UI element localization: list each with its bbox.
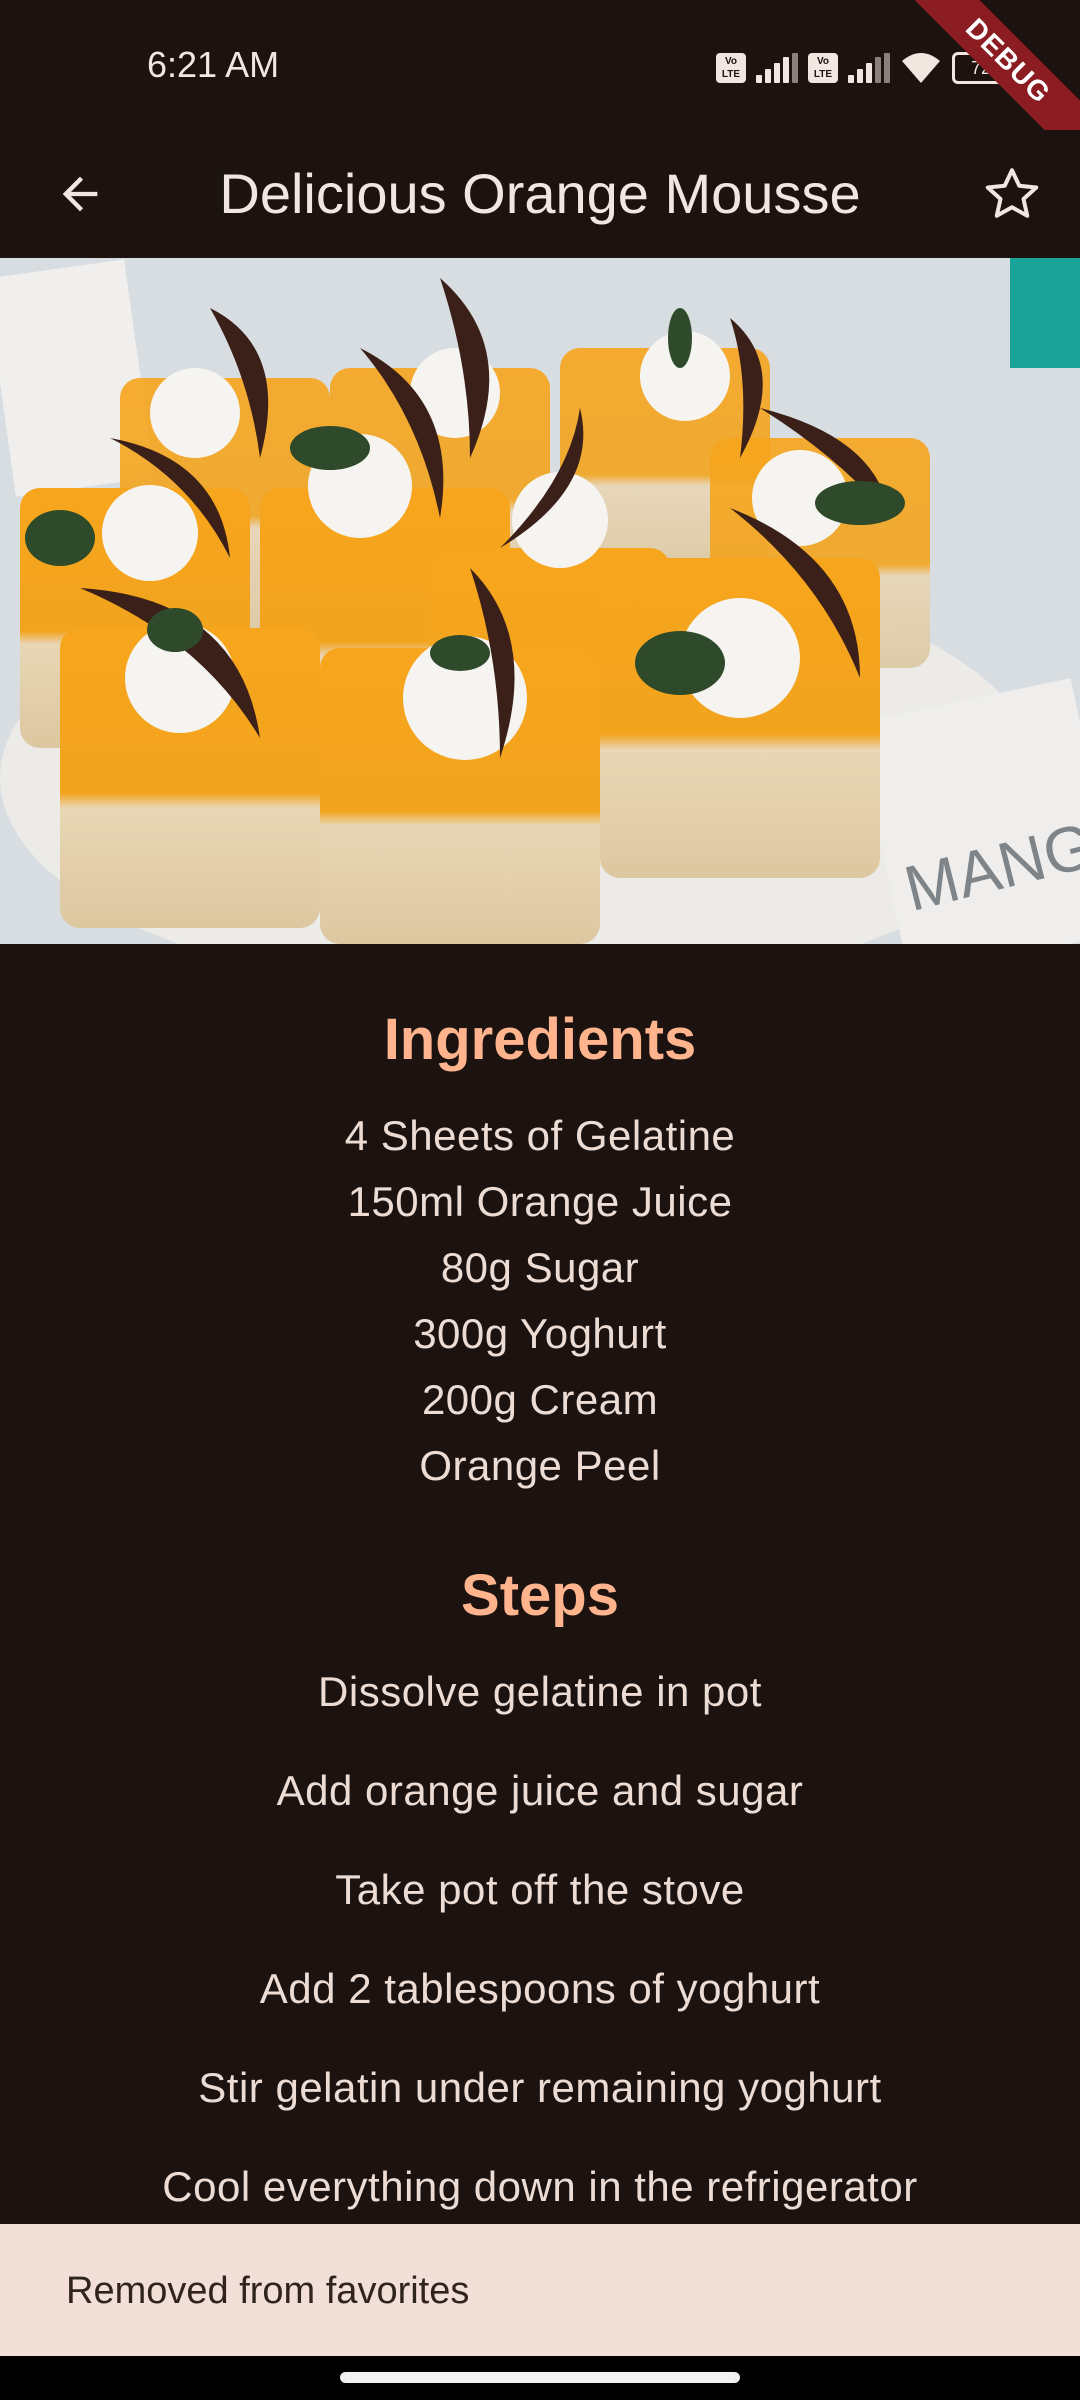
- volte-icon: Vo LTE: [808, 53, 838, 83]
- arrow-back-icon: [62, 176, 98, 212]
- mousse-cups-illustration: MANGO: [0, 258, 1080, 944]
- page-title: Delicious Orange Mousse: [219, 162, 861, 225]
- step-item: Stir gelatin under remaining yoghurt: [198, 2064, 882, 2111]
- step-item: Add orange juice and sugar: [276, 1767, 804, 1814]
- ingredient-item: Orange Peel: [419, 1442, 661, 1489]
- volte-icon: Vo LTE: [716, 53, 746, 83]
- step-item: Add 2 tablespoons of yoghurt: [259, 1965, 821, 2012]
- status-time: 6:21 AM: [147, 44, 280, 85]
- status-bar: 6:21 AM Vo LTE Vo LTE 72 DEBUG: [0, 0, 1080, 170]
- ingredients-heading: Ingredients: [383, 1007, 697, 1072]
- snackbar: Removed from favorites: [0, 2224, 1080, 2356]
- back-button[interactable]: [40, 154, 120, 234]
- signal-icon: [756, 53, 798, 83]
- favorite-button[interactable]: [970, 152, 1054, 236]
- step-item: Cool everything down in the refrigerator: [162, 2163, 918, 2210]
- ingredient-item: 4 Sheets of Gelatine: [344, 1112, 736, 1159]
- recipe-image: MANGO: [0, 258, 1080, 944]
- step-item: Take pot off the stove: [335, 1866, 745, 1913]
- system-nav-bar: [0, 2356, 1080, 2400]
- steps-heading: Steps: [461, 1563, 619, 1628]
- ingredient-item: 300g Yoghurt: [413, 1310, 667, 1357]
- home-indicator[interactable]: [340, 2372, 740, 2383]
- app-bar: Delicious Orange Mousse: [0, 130, 1080, 258]
- star-outline-icon: [985, 168, 1039, 218]
- ingredient-item: 80g Sugar: [440, 1244, 640, 1291]
- wifi-icon: [902, 53, 940, 83]
- signal-icon: [848, 53, 890, 83]
- ingredient-item: 200g Cream: [421, 1376, 659, 1423]
- snackbar-message: Removed from favorites: [66, 2270, 470, 2312]
- step-item: Dissolve gelatine in pot: [318, 1668, 762, 1715]
- status-icons: Vo LTE Vo LTE 72: [716, 46, 1010, 90]
- ingredient-item: 150ml Orange Juice: [347, 1178, 733, 1225]
